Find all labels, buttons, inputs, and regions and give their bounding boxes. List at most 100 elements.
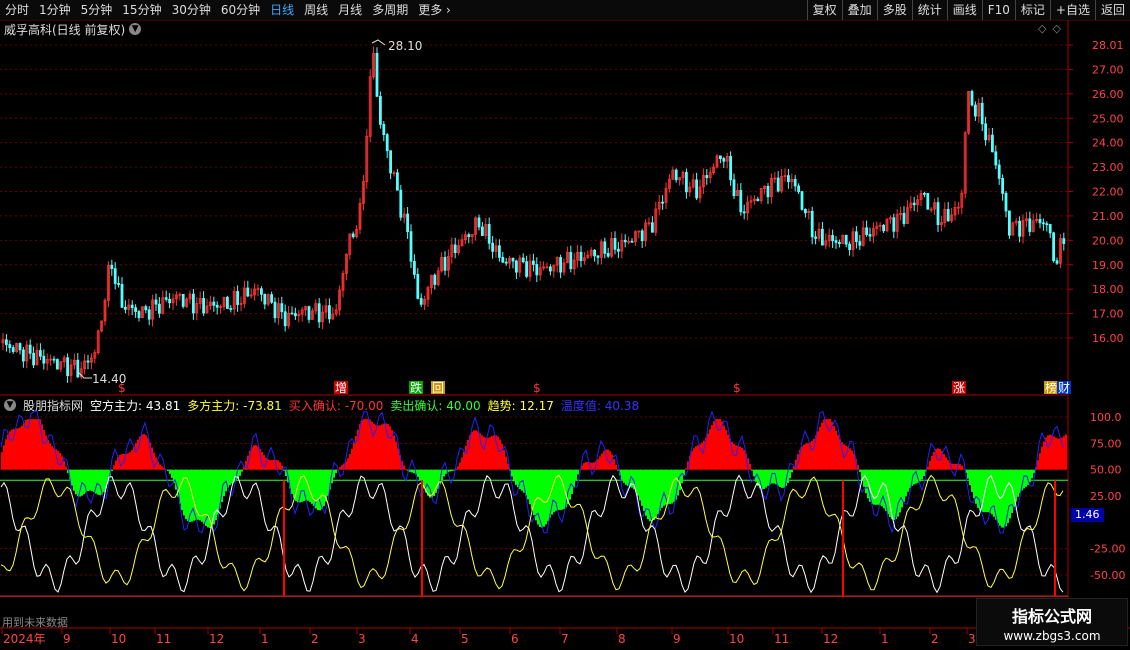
temperature-bar bbox=[269, 460, 271, 470]
temperature-bar bbox=[7, 434, 9, 470]
temperature-bar bbox=[241, 469, 243, 472]
temperature-bar bbox=[655, 469, 657, 518]
temperature-bar bbox=[977, 469, 979, 508]
temperature-bar bbox=[121, 454, 123, 470]
indicator-tick-label: 50.00 bbox=[1090, 464, 1122, 477]
temperature-bar bbox=[143, 434, 145, 470]
temperature-bar bbox=[443, 469, 445, 477]
candle-body bbox=[66, 357, 69, 377]
candle-body bbox=[317, 303, 321, 323]
temperature-bar bbox=[1, 452, 3, 470]
field-5-label: 温度值: bbox=[560, 398, 601, 413]
temperature-bar bbox=[543, 469, 545, 527]
candle-body bbox=[409, 231, 413, 262]
time-tick-label: 7 bbox=[561, 632, 569, 646]
temperature-bar bbox=[273, 459, 275, 470]
chevron-down-icon[interactable]: ▼ bbox=[4, 399, 16, 411]
candle-body bbox=[1028, 218, 1032, 232]
field-0: 空方主力: 43.81 bbox=[90, 397, 180, 414]
temperature-bar bbox=[229, 469, 231, 486]
candle-body bbox=[382, 123, 386, 136]
temperature-bar bbox=[21, 425, 23, 470]
candle-body bbox=[882, 224, 885, 232]
candle-body bbox=[236, 291, 240, 305]
temperature-bar bbox=[893, 469, 895, 520]
temperature-bar bbox=[583, 463, 585, 470]
signal-mark: 跌 bbox=[410, 380, 422, 395]
candle-body bbox=[674, 169, 678, 181]
candle-body bbox=[729, 155, 732, 181]
temperature-bar bbox=[899, 469, 901, 513]
time-tick-label: 1 bbox=[881, 632, 889, 646]
indicator-tick-label: 25.00 bbox=[1090, 490, 1122, 503]
temperature-bar bbox=[321, 469, 323, 510]
candle-body bbox=[406, 213, 410, 233]
temperature-bar bbox=[821, 422, 823, 470]
temperature-bar bbox=[111, 469, 113, 472]
temperature-bar bbox=[89, 469, 91, 491]
temperature-bar bbox=[877, 469, 879, 505]
time-tick-label: 6 bbox=[511, 632, 519, 646]
temperature-bar bbox=[1053, 436, 1055, 470]
candle-body bbox=[487, 224, 491, 244]
temperature-bar bbox=[65, 466, 67, 470]
temperature-bar bbox=[647, 469, 649, 520]
price-tick-label: 27.00 bbox=[1092, 63, 1124, 76]
time-tick-label: 11 bbox=[774, 632, 789, 646]
temperature-bar bbox=[333, 469, 335, 478]
time-tick-label: 9 bbox=[673, 632, 681, 646]
temperature-bar bbox=[17, 428, 19, 470]
candle-body bbox=[8, 344, 12, 349]
temperature-bar bbox=[1009, 469, 1011, 519]
temperature-bar bbox=[201, 469, 203, 522]
temperature-bar bbox=[967, 469, 969, 479]
candle-body bbox=[810, 210, 814, 238]
candle-body bbox=[756, 198, 760, 202]
candle-body bbox=[936, 202, 940, 226]
candle-body bbox=[39, 350, 42, 357]
indicator-header: ▼ 股朋指标网 空方主力: 43.81 多方主力: -73.81 买入确认: -… bbox=[4, 397, 639, 413]
temperature-bar bbox=[317, 469, 319, 511]
candle-body bbox=[378, 95, 382, 125]
temperature-bar bbox=[291, 469, 293, 494]
temperature-bar bbox=[615, 464, 617, 470]
temperature-bar bbox=[271, 460, 273, 470]
field-3: 卖出确认: 40.00 bbox=[390, 397, 480, 414]
temperature-bar bbox=[829, 419, 831, 470]
candle-body bbox=[1008, 210, 1011, 236]
candle-body bbox=[395, 172, 399, 191]
candle-body bbox=[776, 177, 780, 192]
temperature-bar bbox=[901, 469, 903, 508]
candle-body bbox=[630, 240, 634, 243]
temperature-bar bbox=[23, 423, 25, 470]
field-4-label: 趋势: bbox=[487, 398, 516, 413]
temperature-bar bbox=[91, 469, 93, 491]
candle-body bbox=[617, 248, 620, 252]
candle-body bbox=[32, 352, 35, 366]
candle-body bbox=[722, 158, 726, 162]
signal-mark: 财 bbox=[1058, 381, 1070, 395]
temperature-bar bbox=[487, 437, 489, 470]
temperature-bar bbox=[913, 469, 915, 485]
temperature-bar bbox=[803, 444, 805, 470]
temperature-bar bbox=[823, 419, 825, 470]
candle-body bbox=[593, 249, 596, 257]
temperature-bar bbox=[933, 451, 935, 470]
field-3-value: 40.00 bbox=[446, 398, 481, 413]
temperature-bar bbox=[593, 462, 595, 470]
candle-body bbox=[5, 339, 8, 345]
candle-body bbox=[535, 264, 539, 276]
candle-body bbox=[144, 306, 148, 311]
candle-body bbox=[1055, 260, 1059, 264]
candle-body bbox=[525, 261, 528, 277]
temperature-bar bbox=[411, 469, 413, 473]
time-tick-label: 12 bbox=[209, 632, 224, 646]
candle-body bbox=[164, 297, 168, 300]
candle-body bbox=[263, 293, 267, 305]
candle-body bbox=[480, 226, 484, 236]
candle-body bbox=[283, 311, 287, 327]
candle-body bbox=[1018, 220, 1021, 237]
candle-body bbox=[307, 306, 311, 320]
watermark-logo: 指标公式网 www.zbgs3.com bbox=[976, 598, 1128, 646]
temperature-bar bbox=[373, 423, 375, 470]
